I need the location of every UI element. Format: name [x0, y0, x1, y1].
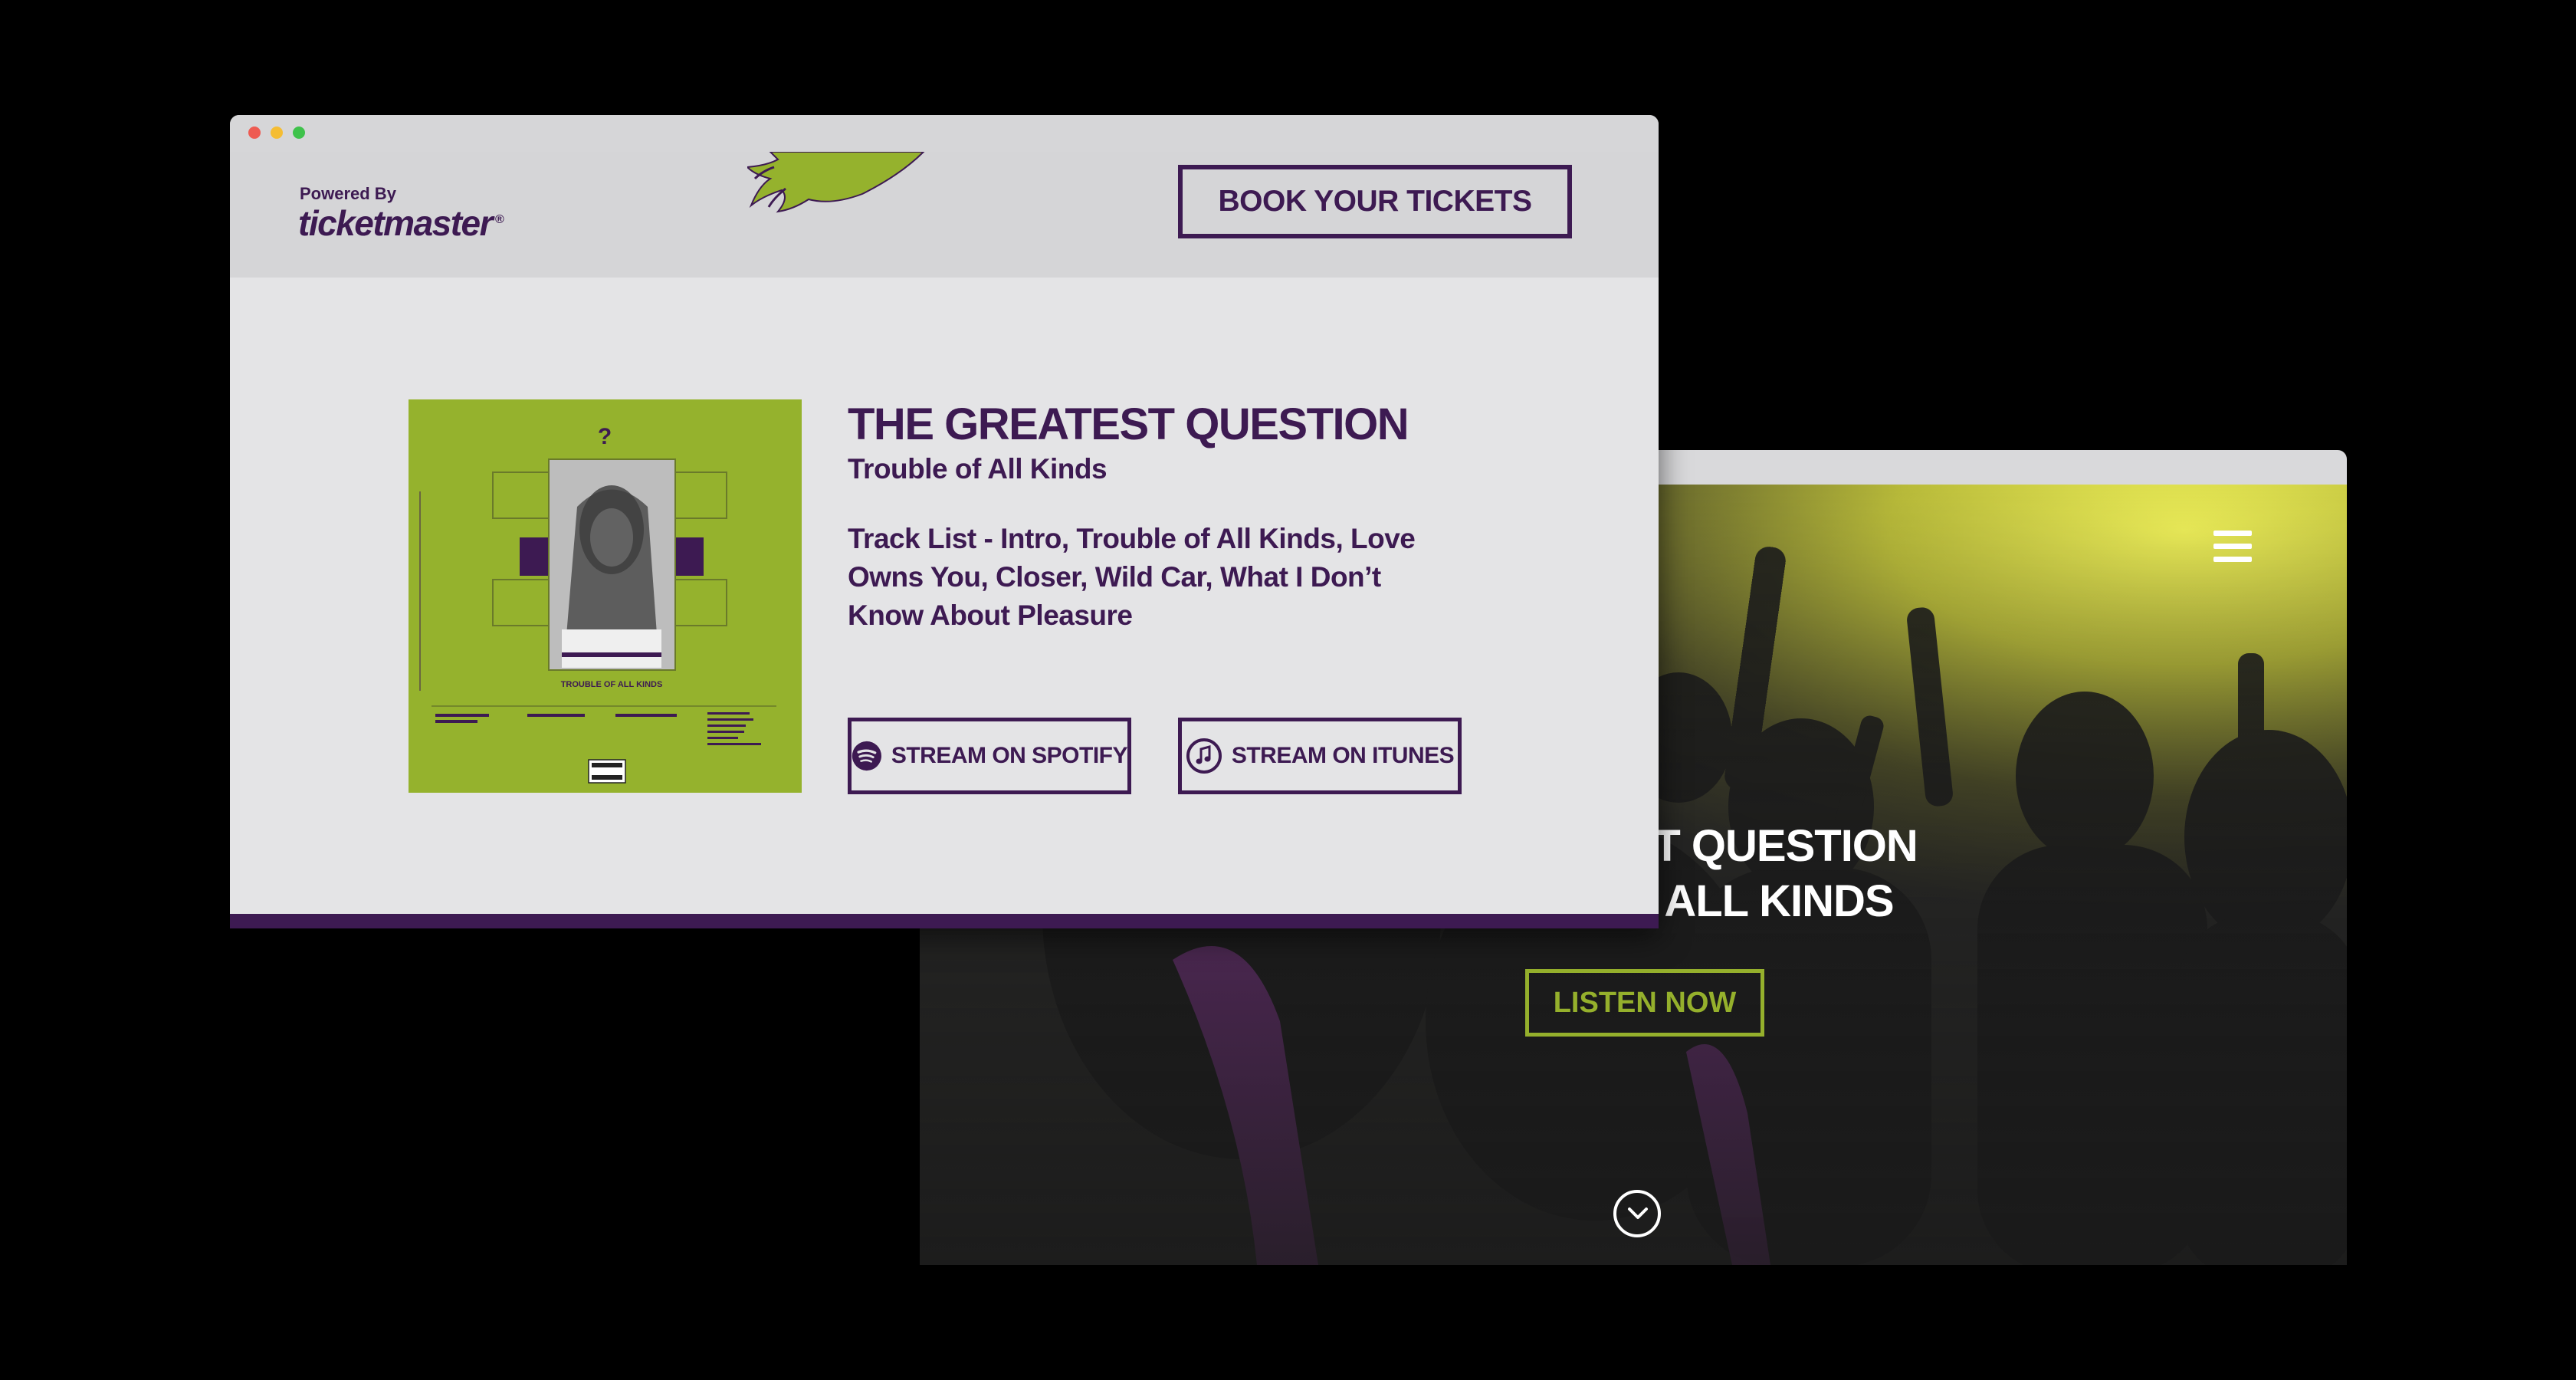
footer-bar: [230, 914, 1659, 928]
ticketmaster-window: Powered By ticketmaster ® BOOK YOUR TICKE…: [230, 115, 1659, 928]
album-title: THE GREATEST QUESTION: [848, 399, 1409, 449]
powered-by-label: Powered By: [300, 184, 396, 203]
album-info: THE GREATEST QUESTION Trouble of All Kin…: [848, 399, 1461, 635]
site-header: Powered By ticketmaster ® BOOK YOUR TICKE…: [230, 152, 1659, 278]
itunes-label: STREAM ON ITUNES: [1231, 743, 1455, 768]
close-window-icon[interactable]: [248, 127, 261, 139]
scroll-down-icon[interactable]: [1613, 1190, 1661, 1237]
album-subtitle: Trouble of All Kinds: [848, 453, 1108, 485]
minimize-window-icon[interactable]: [271, 127, 283, 139]
cover-question-mark: ?: [598, 424, 612, 449]
spotify-label: STREAM ON SPOTIFY: [891, 743, 1128, 768]
book-tickets-button[interactable]: BOOK YOUR TICKETS: [1178, 165, 1572, 238]
window-titlebar: [230, 115, 1659, 152]
listen-now-button[interactable]: LISTEN NOW: [1525, 969, 1764, 1037]
paint-splat-decoration: [747, 152, 925, 213]
track-list: Track List - Intro, Trouble of All Kinds…: [848, 523, 1416, 631]
stream-itunes-button[interactable]: STREAM ON ITUNES: [1178, 718, 1462, 794]
maximize-window-icon[interactable]: [293, 127, 305, 139]
registered-mark: ®: [495, 212, 504, 226]
ticketmaster-logo[interactable]: ticketmaster ®: [298, 202, 504, 244]
stream-spotify-button[interactable]: STREAM ON SPOTIFY: [848, 718, 1131, 794]
album-cover: ? TROUBLE OF ALL KINDS: [409, 399, 802, 793]
cover-caption: TROUBLE OF ALL KINDS: [561, 680, 663, 689]
menu-icon[interactable]: [2213, 531, 2252, 564]
spotify-icon: [852, 741, 881, 771]
itunes-icon: [1186, 738, 1222, 774]
logo-text: ticketmaster: [298, 203, 494, 243]
